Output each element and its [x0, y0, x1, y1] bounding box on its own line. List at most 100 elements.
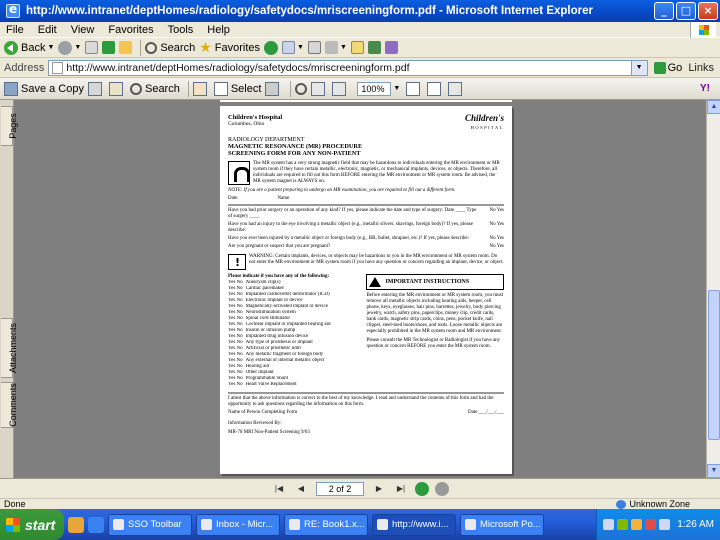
- tray-icon-4[interactable]: [645, 519, 657, 530]
- vertical-scrollbar[interactable]: ▲ ▼: [706, 100, 720, 478]
- checklist-yes-no[interactable]: Yes No: [228, 352, 243, 357]
- zoom-dropdown-icon[interactable]: ▼: [393, 85, 400, 92]
- stop-button[interactable]: [85, 39, 99, 57]
- search-button[interactable]: Search: [145, 39, 195, 57]
- checklist-yes-no[interactable]: Yes No: [228, 376, 243, 381]
- quicklaunch-explorer-icon[interactable]: [68, 516, 84, 533]
- checklist-yes-no[interactable]: Yes No: [228, 292, 243, 297]
- messenger-icon: [367, 41, 381, 54]
- previous-page-button[interactable]: ◀: [293, 482, 309, 496]
- zoom-out-button[interactable]: [311, 80, 328, 98]
- mail-button[interactable]: ▼: [282, 39, 304, 57]
- checklist-yes-no[interactable]: Yes No: [228, 358, 243, 363]
- fit-width-button[interactable]: [427, 80, 444, 98]
- scroll-thumb[interactable]: [708, 290, 720, 440]
- address-dropdown-icon[interactable]: ▼: [631, 59, 648, 76]
- select-tool-button[interactable]: Select: [213, 80, 261, 98]
- last-page-button[interactable]: ▶|: [393, 482, 409, 496]
- go-button[interactable]: Go: [653, 61, 682, 74]
- yes-no-checkboxes[interactable]: No Yes: [478, 222, 504, 228]
- scroll-down-button[interactable]: ▼: [707, 464, 720, 478]
- pdf-search-button[interactable]: Search: [129, 80, 180, 98]
- zoom-field-in-button[interactable]: [332, 80, 349, 98]
- zoom-input[interactable]: 100%: [357, 81, 392, 96]
- document-viewport[interactable]: Children's Hospital Columbus, Ohio Child…: [14, 100, 706, 478]
- checklist-yes-no[interactable]: Yes No: [228, 280, 243, 285]
- messenger-button[interactable]: [367, 39, 381, 57]
- pdf-toolbar-separator-2: [290, 80, 292, 97]
- checklist-yes-no[interactable]: Yes No: [228, 322, 243, 327]
- taskbar-item[interactable]: SSO Toolbar: [108, 513, 192, 536]
- menu-edit[interactable]: Edit: [38, 24, 57, 36]
- research-button[interactable]: [384, 39, 398, 57]
- first-page-button[interactable]: |◀: [271, 482, 287, 496]
- page-number-input[interactable]: 2 of 2: [316, 481, 364, 496]
- checklist-yes-no[interactable]: Yes No: [228, 364, 243, 369]
- menu-help[interactable]: Help: [207, 24, 230, 36]
- links-button[interactable]: Links: [688, 62, 714, 74]
- pdf-print-button[interactable]: [87, 80, 105, 98]
- checklist-yes-no[interactable]: Yes No: [228, 334, 243, 339]
- print-button[interactable]: [307, 39, 321, 57]
- checklist-yes-no[interactable]: Yes No: [228, 286, 243, 291]
- yes-no-checkboxes[interactable]: No Yes: [478, 208, 504, 214]
- save-copy-button[interactable]: Save a Copy: [4, 80, 84, 98]
- edit-dropdown-icon[interactable]: ▼: [340, 44, 347, 51]
- checklist-yes-no[interactable]: Yes No: [228, 382, 243, 387]
- tab-pages[interactable]: Pages: [1, 106, 18, 146]
- scroll-up-button[interactable]: ▲: [707, 100, 720, 114]
- checklist-yes-no[interactable]: Yes No: [228, 310, 243, 315]
- next-page-button[interactable]: ▶: [371, 482, 387, 496]
- checklist-yes-no[interactable]: Yes No: [228, 370, 243, 375]
- minimize-button[interactable]: _: [654, 2, 674, 20]
- tray-icon-1[interactable]: [603, 519, 615, 530]
- quicklaunch-ie-icon[interactable]: [88, 516, 104, 533]
- yes-no-checkboxes[interactable]: No Yes: [478, 244, 504, 250]
- taskbar-item[interactable]: http://www.i...: [372, 513, 456, 536]
- pdf-email-button[interactable]: [108, 80, 126, 98]
- forward-dropdown-icon[interactable]: ▼: [74, 44, 81, 51]
- back-button[interactable]: Back ▼: [4, 39, 54, 57]
- yahoo-logo-icon[interactable]: Y!: [700, 83, 710, 94]
- previous-view-button[interactable]: [415, 481, 429, 496]
- start-button[interactable]: start: [0, 509, 64, 540]
- tray-icon-2[interactable]: [617, 519, 629, 530]
- maximize-button[interactable]: □: [676, 2, 696, 20]
- next-view-button[interactable]: [435, 481, 449, 496]
- taskbar-item[interactable]: Microsoft Po...: [460, 513, 544, 536]
- discuss-button[interactable]: [350, 39, 364, 57]
- tab-comments[interactable]: Comments: [1, 382, 18, 428]
- menu-favorites[interactable]: Favorites: [108, 24, 153, 36]
- back-dropdown-icon[interactable]: ▼: [47, 44, 54, 51]
- checklist-yes-no[interactable]: Yes No: [228, 298, 243, 303]
- address-input[interactable]: http://www.intranet/deptHomes/radiology/…: [48, 59, 632, 76]
- favorites-button[interactable]: ★ Favorites: [199, 39, 260, 57]
- rotate-button[interactable]: [448, 80, 465, 98]
- yes-no-checkboxes[interactable]: No Yes: [478, 236, 504, 242]
- home-button[interactable]: [119, 39, 133, 57]
- close-button[interactable]: ×: [698, 2, 718, 20]
- tray-icon-3[interactable]: [631, 519, 643, 530]
- snapshot-button[interactable]: [265, 80, 282, 98]
- fit-page-button[interactable]: [406, 80, 423, 98]
- zoom-in-button[interactable]: [295, 80, 308, 98]
- menu-tools[interactable]: Tools: [168, 24, 194, 36]
- checklist-yes-no[interactable]: Yes No: [228, 316, 243, 321]
- tray-icon-5[interactable]: [659, 519, 671, 530]
- checklist-yes-no[interactable]: Yes No: [228, 340, 243, 345]
- tab-attachments[interactable]: Attachments: [1, 318, 18, 378]
- edit-button[interactable]: ▼: [324, 39, 347, 57]
- menu-view[interactable]: View: [71, 24, 95, 36]
- checklist-item[interactable]: Yes No Heart Valve Replacement: [228, 382, 360, 388]
- taskbar-item[interactable]: RE: Book1.x...: [284, 513, 368, 536]
- refresh-button[interactable]: [102, 39, 116, 57]
- mail-dropdown-icon[interactable]: ▼: [297, 44, 304, 51]
- checklist-yes-no[interactable]: Yes No: [228, 346, 243, 351]
- checklist-yes-no[interactable]: Yes No: [228, 328, 243, 333]
- forward-button[interactable]: ▼: [58, 39, 81, 57]
- checklist-yes-no[interactable]: Yes No: [228, 304, 243, 309]
- taskbar-item[interactable]: Inbox - Micr...: [196, 513, 280, 536]
- media-button[interactable]: [264, 39, 279, 57]
- menu-file[interactable]: File: [6, 24, 24, 36]
- hand-tool-button[interactable]: [192, 80, 210, 98]
